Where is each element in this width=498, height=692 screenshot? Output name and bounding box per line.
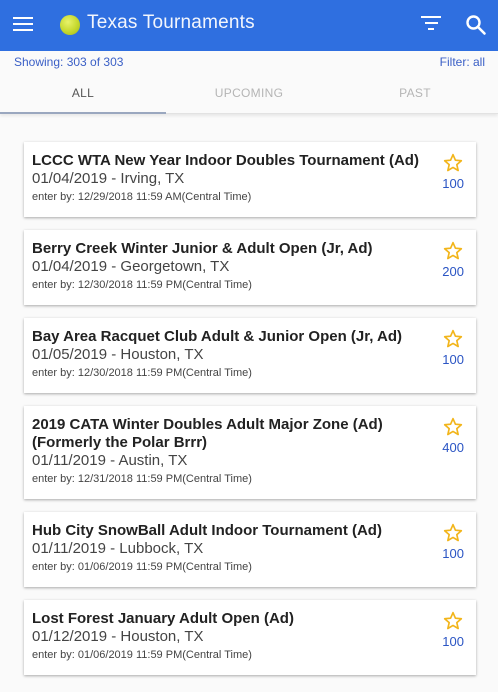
tournament-points: 100 (442, 352, 464, 367)
tournament-points: 100 (442, 176, 464, 191)
tournament-card[interactable]: Lost Forest January Adult Open (Ad) 01/1… (24, 600, 476, 675)
tournament-deadline: enter by: 12/29/2018 11:59 AM(Central Ti… (32, 191, 252, 203)
tournament-deadline: enter by: 12/30/2018 11:59 PM(Central Ti… (32, 279, 252, 291)
tournament-points: 100 (442, 546, 464, 561)
tab-past[interactable]: PAST (332, 77, 498, 113)
tournament-date-location: 01/11/2019 - Lubbock, TX (32, 540, 204, 557)
filter-status-link[interactable]: Filter: all (440, 55, 485, 69)
tournament-deadline: enter by: 01/06/2019 11:59 PM(Central Ti… (32, 649, 252, 661)
menu-icon[interactable] (13, 15, 35, 37)
tournament-deadline: enter by: 01/06/2019 11:59 PM(Central Ti… (32, 561, 252, 573)
tournament-name: Berry Creek Winter Junior & Adult Open (… (32, 240, 373, 257)
star-icon[interactable] (443, 417, 463, 437)
showing-count: Showing: 303 of 303 (14, 55, 124, 69)
tournament-card[interactable]: Bay Area Racquet Club Adult & Junior Ope… (24, 318, 476, 393)
tab-all[interactable]: ALL (0, 77, 166, 114)
tournament-name: Bay Area Racquet Club Adult & Junior Ope… (32, 328, 403, 345)
tournament-card[interactable]: Berry Creek Winter Junior & Adult Open (… (24, 230, 476, 305)
search-icon[interactable] (464, 13, 488, 37)
tournament-date-location: 01/11/2019 - Austin, TX (32, 452, 188, 469)
tournament-name: Lost Forest January Adult Open (Ad) (32, 610, 294, 627)
tennis-ball-icon (60, 15, 80, 35)
tournament-card[interactable]: Hub City SnowBall Adult Indoor Tournamen… (24, 512, 476, 587)
star-icon[interactable] (443, 329, 463, 349)
tournament-deadline: enter by: 12/31/2018 11:59 PM(Central Ti… (32, 473, 252, 485)
star-icon[interactable] (443, 153, 463, 173)
star-icon[interactable] (443, 241, 463, 261)
star-icon[interactable] (443, 611, 463, 631)
tournament-date-location: 01/05/2019 - Houston, TX (32, 346, 204, 363)
tournament-name: LCCC WTA New Year Indoor Doubles Tournam… (32, 152, 419, 169)
tournament-card[interactable]: 2019 CATA Winter Doubles Adult Major Zon… (24, 406, 476, 499)
app-title: Texas Tournaments (87, 12, 255, 33)
tournament-date-location: 01/04/2019 - Irving, TX (32, 170, 185, 187)
tournament-deadline: enter by: 12/30/2018 11:59 PM(Central Ti… (32, 367, 252, 379)
tournament-points: 400 (442, 440, 464, 455)
tournament-points: 100 (442, 634, 464, 649)
tournament-card[interactable]: LCCC WTA New Year Indoor Doubles Tournam… (24, 142, 476, 217)
filter-icon[interactable] (420, 16, 442, 34)
app-bar: Texas Tournaments (0, 0, 498, 51)
tournament-points: 200 (442, 264, 464, 279)
tournament-date-location: 01/12/2019 - Houston, TX (32, 628, 204, 645)
tournament-name: Hub City SnowBall Adult Indoor Tournamen… (32, 522, 382, 539)
tab-bar: ALL UPCOMING PAST (0, 77, 498, 114)
star-icon[interactable] (443, 523, 463, 543)
tab-upcoming[interactable]: UPCOMING (166, 77, 332, 113)
tournament-name: 2019 CATA Winter Doubles Adult Major Zon… (32, 416, 383, 451)
tournament-date-location: 01/04/2019 - Georgetown, TX (32, 258, 230, 275)
tournament-list: LCCC WTA New Year Indoor Doubles Tournam… (24, 142, 476, 688)
